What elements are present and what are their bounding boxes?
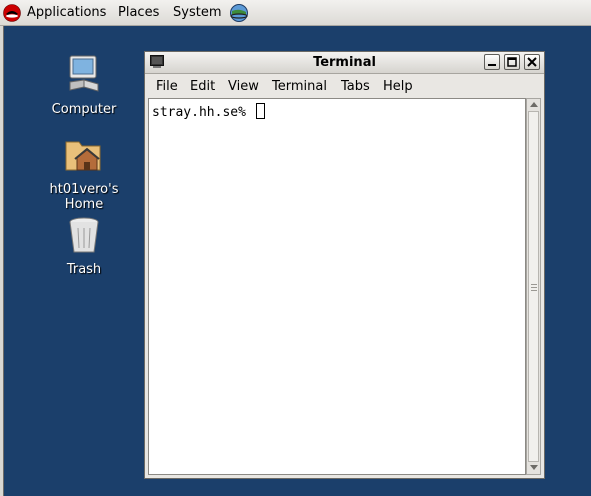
maximize-button[interactable] bbox=[504, 54, 520, 70]
menu-edit[interactable]: Edit bbox=[190, 79, 215, 94]
network-globe-icon[interactable] bbox=[229, 3, 249, 23]
maximize-icon bbox=[507, 57, 517, 67]
scrollbar-grip bbox=[531, 290, 537, 291]
terminal-text-area[interactable]: stray.hh.se% bbox=[148, 98, 526, 475]
trash-icon bbox=[69, 217, 99, 253]
menu-view[interactable]: View bbox=[228, 79, 259, 94]
desktop-icon-computer[interactable]: Computer bbox=[29, 54, 139, 117]
close-icon bbox=[527, 57, 537, 67]
scroll-up-arrow-icon[interactable] bbox=[530, 102, 538, 107]
menu-terminal[interactable]: Terminal bbox=[272, 79, 327, 94]
computer-icon bbox=[69, 55, 99, 92]
desktop-icon-label: Trash bbox=[66, 262, 102, 277]
menu-file[interactable]: File bbox=[156, 79, 178, 94]
text-cursor bbox=[255, 103, 265, 119]
desktop-icon-label: ht01vero's Home bbox=[49, 182, 119, 212]
redhat-logo-icon[interactable] bbox=[3, 4, 21, 22]
desktop-icon-trash[interactable]: Trash bbox=[29, 214, 139, 277]
close-button[interactable] bbox=[524, 54, 540, 70]
scrollbar-grip bbox=[531, 287, 537, 288]
vertical-scrollbar[interactable] bbox=[526, 98, 541, 475]
scrollbar-thumb[interactable] bbox=[528, 111, 539, 462]
top-panel: Applications Places System bbox=[0, 0, 591, 26]
window-titlebar[interactable]: Terminal bbox=[145, 52, 544, 74]
minimize-button[interactable] bbox=[484, 54, 500, 70]
menu-tabs[interactable]: Tabs bbox=[341, 79, 370, 94]
desktop-icon-home[interactable]: ht01vero's Home bbox=[29, 134, 139, 212]
prompt-text: stray.hh.se% bbox=[152, 105, 246, 120]
menu-help[interactable]: Help bbox=[383, 79, 413, 94]
terminal-menubar: File Edit View Terminal Tabs Help bbox=[145, 74, 544, 98]
desktop-icon-label: Computer bbox=[51, 102, 117, 117]
scrollbar-grip bbox=[531, 284, 537, 285]
applications-menu[interactable]: Applications bbox=[27, 5, 106, 20]
terminal-window: Terminal File Edit View Terminal Tabs He… bbox=[144, 51, 545, 479]
places-menu[interactable]: Places bbox=[118, 5, 159, 20]
home-folder-icon bbox=[65, 141, 101, 171]
system-menu[interactable]: System bbox=[173, 5, 221, 20]
prompt-line: stray.hh.se% bbox=[152, 103, 265, 120]
minimize-icon bbox=[488, 64, 496, 66]
scroll-down-arrow-icon[interactable] bbox=[530, 465, 538, 470]
desktop-left-edge-shadow bbox=[3, 26, 4, 496]
